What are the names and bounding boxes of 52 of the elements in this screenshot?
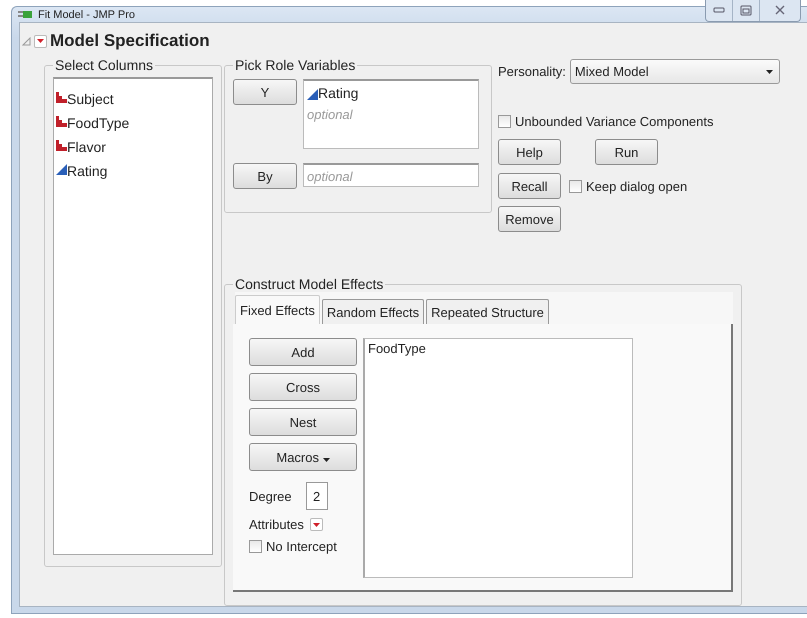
help-button[interactable]: Help <box>498 139 561 165</box>
column-item[interactable]: FoodType <box>67 115 130 131</box>
caret-icon <box>322 458 330 462</box>
checkbox-label: Keep dialog open <box>586 178 688 194</box>
effect-item[interactable]: FoodType <box>368 341 629 356</box>
effects-list[interactable]: FoodType <box>363 338 633 578</box>
panel-title: Pick Role Variables <box>234 57 356 73</box>
checkbox[interactable] <box>569 180 582 192</box>
checkbox-label: No Intercept <box>266 539 337 554</box>
panel-title: Select Columns <box>54 57 154 73</box>
column-item[interactable]: Flavor <box>67 139 106 155</box>
column-item[interactable]: Subject <box>67 91 114 107</box>
recall-button[interactable]: Recall <box>498 173 561 199</box>
column-item[interactable]: Rating <box>67 163 108 179</box>
effect-button[interactable]: Nest <box>249 408 357 436</box>
placeholder-text: optional <box>307 168 354 186</box>
app-icon <box>18 10 32 20</box>
placeholder-text: optional <box>307 106 354 124</box>
disclosure-icon[interactable] <box>22 36 31 46</box>
panel-title: Construct Model Effects <box>234 276 384 292</box>
checkbox[interactable] <box>249 540 262 553</box>
run-button[interactable]: Run <box>595 139 658 165</box>
close-icon <box>775 5 785 15</box>
minimize-icon <box>713 7 725 13</box>
triangle-icon <box>307 89 318 100</box>
effect-button[interactable]: Cross <box>249 373 357 401</box>
remove-button[interactable]: Remove <box>498 206 561 232</box>
triangle-icon <box>56 164 67 175</box>
attributes-label: Attributes <box>249 517 304 532</box>
bar-chart-icon <box>56 91 67 103</box>
bar-chart-icon <box>56 115 67 127</box>
macros-button[interactable]: Macros <box>249 443 357 471</box>
effect-button[interactable]: Add <box>249 338 357 366</box>
personality-label: Personality: <box>498 64 566 79</box>
checkbox-label: Unbounded Variance Components <box>515 114 714 129</box>
tab[interactable]: Fixed Effects <box>235 295 320 324</box>
bar-chart-icon <box>56 139 67 151</box>
degree-field[interactable]: 2 <box>306 482 328 510</box>
column-list[interactable]: Subject FoodType Flavor Rating <box>53 77 213 555</box>
section-title: Model Specification <box>50 31 210 51</box>
tab[interactable]: Random Effects <box>322 299 424 324</box>
tab[interactable]: Repeated Structure <box>426 299 549 324</box>
window-title: Fit Model - JMP Pro <box>38 8 135 20</box>
role-button[interactable]: By <box>233 163 297 189</box>
role-field[interactable]: Rating optional <box>303 79 479 149</box>
personality-dropdown[interactable]: Mixed Model <box>570 59 780 84</box>
role-value: Rating <box>318 84 358 103</box>
caret-icon <box>766 70 773 74</box>
checkbox[interactable] <box>498 115 511 128</box>
role-button[interactable]: Y <box>233 79 297 105</box>
maximize-icon <box>740 4 752 16</box>
degree-label: Degree <box>249 488 292 504</box>
